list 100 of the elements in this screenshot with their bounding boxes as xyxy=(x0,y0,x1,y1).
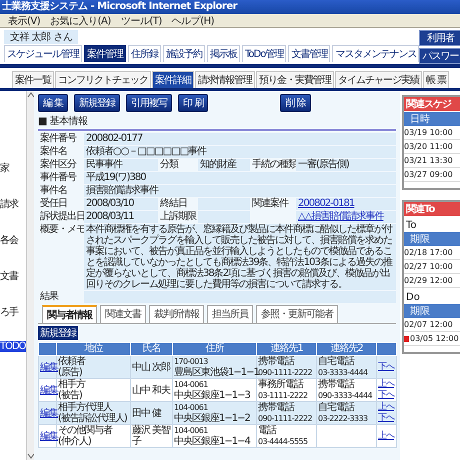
nav-tab[interactable]: 施設予約 xyxy=(163,45,205,62)
sub-tab[interactable]: 案件一覧 xyxy=(12,71,54,88)
table-cell: 104-0061 中央区銀座1−1−2 xyxy=(172,402,256,424)
todo-time[interactable]: 02/27 10:00 xyxy=(404,262,453,271)
window-title: 士業務支援システム - Microsoft Internet Explorer xyxy=(0,0,460,14)
table-cell: 104-0061 中央区銀座1−1−4 xyxy=(172,424,256,448)
field-label: 分類 xyxy=(159,159,180,171)
sidebar-item[interactable]: 請求 xyxy=(0,197,26,211)
field-label: 受任日 xyxy=(39,198,68,210)
panel-title: 関連To xyxy=(404,202,460,216)
field-value: 知的財産 xyxy=(198,159,250,171)
menu-item[interactable]: お気に入り(A) xyxy=(50,14,111,28)
table-cell: 自宅電話 03-2222-3333 xyxy=(316,402,376,424)
field-label: 案件区分 xyxy=(39,159,78,171)
sub-tab[interactable]: タイムチャージ実績 xyxy=(335,71,422,88)
nav-tab[interactable]: 文書管理 xyxy=(288,45,330,62)
field-label: 訴状提出日 xyxy=(39,211,84,223)
sub-tab[interactable]: 請求情報管理 xyxy=(195,71,255,88)
column-header: 氏名 xyxy=(130,342,172,356)
field-label: 結果 xyxy=(39,291,60,303)
field-value: 2008/03/11 xyxy=(84,211,158,223)
menu-item[interactable]: ヘルプ(H) xyxy=(172,14,214,28)
todo-time[interactable]: 02/07 12:00 xyxy=(404,320,453,329)
schedule-time[interactable]: 03/27 09:00 xyxy=(404,170,453,179)
field-value: 平成19(ワ)380 xyxy=(84,172,396,184)
field-label: 案件名 xyxy=(39,146,68,158)
scrollbar[interactable] xyxy=(26,91,35,460)
todo-time[interactable]: 03/05 12:00 xyxy=(410,334,459,343)
table-cell: 104-0061 中央区銀座1−1−3 xyxy=(172,378,256,402)
table-cell: 山中 和夫 xyxy=(130,378,172,402)
section-label: Do xyxy=(405,291,421,303)
sidebar-item[interactable]: ろ手 xyxy=(0,305,26,319)
todo-time[interactable]: 02/18 17:00 xyxy=(404,248,453,257)
header-button[interactable]: 利用者 xyxy=(419,30,460,46)
sub-tab[interactable]: 預り金・実費管理 xyxy=(256,71,334,88)
move-link[interactable]: 下へ xyxy=(378,390,395,401)
menu-item[interactable]: 表示(V) xyxy=(8,14,40,28)
nav-tab[interactable]: 案件管理 xyxy=(84,45,126,62)
section-title: ■ 基本情報 xyxy=(38,114,396,131)
table-cell: 田中 健 xyxy=(130,402,172,424)
column-header: 連絡先2 xyxy=(316,342,376,356)
detail-tab[interactable]: 関与者情報 xyxy=(42,305,97,323)
column-header: 期限 xyxy=(404,232,460,246)
action-button[interactable]: 引用複写 xyxy=(126,94,172,112)
field-label: 上訴期限 xyxy=(159,211,198,223)
detail-tab[interactable]: 参照・更新可能者 xyxy=(256,305,338,323)
delete-button[interactable]: 削 除 xyxy=(280,94,311,112)
panel-title: 関連スケジ xyxy=(404,97,460,111)
table-cell: 携帯電話 090-3333-4444 xyxy=(316,378,376,402)
field-label: 関連案件 xyxy=(251,198,290,210)
nav-tab[interactable]: 住所録 xyxy=(128,45,161,62)
field-label: 終結日 xyxy=(159,198,188,210)
detail-tab[interactable]: 関連文書 xyxy=(100,305,146,323)
sidebar-item[interactable]: 文書 xyxy=(0,269,26,283)
field-value: 一審(原告側) xyxy=(296,159,396,171)
menu-item[interactable]: ツール(T) xyxy=(120,14,162,28)
nav-tab[interactable]: 掲示板 xyxy=(207,45,240,62)
action-button[interactable]: 印 刷 xyxy=(178,94,208,112)
scroll-up-icon[interactable] xyxy=(26,91,35,99)
move-link[interactable]: 上へ xyxy=(378,379,395,390)
table-cell: 事務所電話 03-1111-2222 xyxy=(256,378,316,402)
field-label: 事件名 xyxy=(39,185,68,197)
sidebar-item[interactable]: TODO xyxy=(0,341,26,352)
sub-tab[interactable]: 案件詳細 xyxy=(152,71,194,88)
field-value: 2008/03/10 xyxy=(84,198,158,210)
column-header: 連絡先1 xyxy=(256,342,316,356)
action-button[interactable]: 編 集 xyxy=(38,94,68,112)
memo-text: 本件商標権を有する原告が、窓縁籍及び製品に本件商標に酷似した標章が付されたスパークプラグを輸入して販売した被告に対して、損害賠償を求めた事案において、被告が真正品を並行輸入しようとしたもので模倣品であることを認識していなかったとしても商標法39条、特許法103条による過失の推定が覆らないとして、商標法38条2項に基づく損害の賠償及び、模倣品が出回りそのクレーム処理に要した費用等の損害について請求する。 xyxy=(84,224,396,290)
sub-tab[interactable]: コンフリクトチェック xyxy=(55,71,151,88)
scroll-down-icon[interactable] xyxy=(26,452,35,460)
sidebar-item[interactable]: 各会 xyxy=(0,233,26,247)
section-label: To xyxy=(405,219,418,231)
todo-time[interactable]: 02/29 12:00 xyxy=(404,276,453,285)
table-cell: 携帯電話 090-1111-2222 xyxy=(256,402,316,424)
field-value: 200802-0177 xyxy=(84,133,396,145)
schedule-time[interactable]: 03/21 13:30 xyxy=(404,156,453,165)
field-value: 民事事件 xyxy=(84,159,158,171)
detail-tab[interactable]: 裁判所情報 xyxy=(149,305,204,323)
sidebar-item[interactable]: 家 xyxy=(0,161,26,175)
field-value: 損害賠償請求事件 xyxy=(84,185,396,197)
column-header: 住所 xyxy=(172,342,256,356)
move-link[interactable]: 上へ xyxy=(378,402,395,413)
table-cell: 自宅電話 03-3333-4444 xyxy=(316,356,376,378)
header-button[interactable]: パスワー xyxy=(419,48,460,64)
field-value: 依頼者○○－□□□□□□事件 xyxy=(84,146,396,158)
add-button[interactable]: 新規登録 xyxy=(38,326,78,340)
column-header: 日時 xyxy=(404,112,460,126)
field-label: 事件番号 xyxy=(39,172,78,184)
schedule-time[interactable]: 03/19 10:00 xyxy=(404,128,453,137)
action-button[interactable]: 新規登録 xyxy=(74,94,120,112)
table-cell: 170-0013 豊島区東池袋1−1−1 xyxy=(172,356,256,378)
nav-tab[interactable]: スケジュール管理 xyxy=(4,45,82,62)
table-cell: 中山 次郎 xyxy=(130,356,172,378)
nav-tab[interactable]: ToDo管理 xyxy=(242,45,286,62)
user-name: 文祥 太郎 さん xyxy=(4,30,78,44)
sub-tab[interactable]: 帳 票 xyxy=(423,71,450,88)
move-link[interactable]: 下へ xyxy=(378,413,395,424)
detail-tab[interactable]: 担当所員 xyxy=(207,305,253,323)
schedule-time[interactable]: 03/20 11:00 xyxy=(404,142,453,151)
nav-tab[interactable]: マスタメンテナンス xyxy=(332,45,420,62)
